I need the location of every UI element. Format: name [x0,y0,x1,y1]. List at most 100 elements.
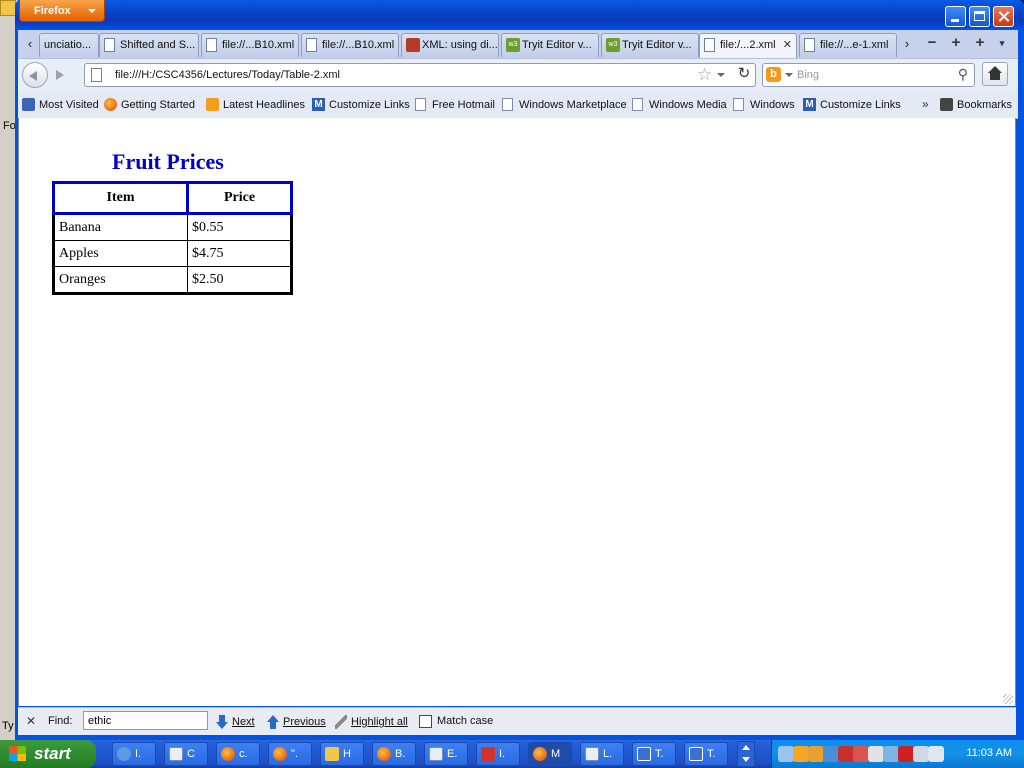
page-icon [206,38,217,52]
tab-label: unciatio... [44,39,92,51]
w3-icon: w3 [606,38,620,52]
bookmarks-menu-button[interactable]: Bookmarks [940,97,1012,113]
search-bar[interactable]: b ⚲ [762,63,975,87]
zoom-in-icon[interactable]: + [947,34,965,52]
match-case-label[interactable]: Match case [437,715,493,727]
page-icon [306,38,317,52]
bookmark-item[interactable]: Windows [733,97,795,113]
bookmark-item[interactable]: Windows Media [632,97,727,113]
bookmark-label: Windows Media [649,99,727,111]
taskbar-button[interactable]: L. [580,742,624,766]
taskbar-button[interactable]: c. [216,742,260,766]
tab-scroll-right-icon[interactable]: › [899,36,915,52]
bookmark-star-icon[interactable]: ☆ [697,65,712,85]
taskbar-button[interactable]: H [320,742,364,766]
close-window-button[interactable] [993,6,1014,27]
taskbar-button[interactable]: ". [268,742,312,766]
url-input[interactable] [115,67,675,83]
tab[interactable]: XML: using di... [401,33,499,57]
red-star-icon[interactable] [898,746,914,762]
antivirus-icon[interactable] [853,746,869,762]
zoom-out-icon[interactable]: − [923,34,941,52]
volume-icon[interactable] [928,746,944,762]
firefox-icon [533,747,547,761]
reload-icon[interactable]: ↻ [735,65,753,83]
bookmark-item[interactable]: M Customize Links [803,97,901,113]
bookmark-item[interactable]: Latest Headlines [206,97,305,113]
w3-icon: w3 [506,38,520,52]
display-icon[interactable] [913,746,929,762]
find-input[interactable] [83,711,208,730]
windows-logo-icon [9,746,26,761]
bookmark-label: Windows Marketplace [519,99,627,111]
security-icon[interactable] [838,746,854,762]
dropbox-icon[interactable] [823,746,839,762]
taskbar-button-label: I. [499,748,506,760]
taskbar-button[interactable]: I. [112,742,156,766]
taskbar-button[interactable]: I. [476,742,520,766]
highlight-all-button[interactable]: Highlight all [335,714,408,730]
sync-icon[interactable] [883,746,899,762]
ie-icon [117,747,131,761]
taskbar-button[interactable]: M [528,742,572,766]
back-button[interactable] [22,62,48,88]
taskbar-scroll-buttons[interactable] [737,741,755,767]
bookmark-label: Getting Started [121,99,195,111]
tab[interactable]: w3 Tryit Editor v... [501,33,599,57]
column-header-item: Item [52,181,189,215]
network-icon[interactable] [778,746,794,762]
forward-button[interactable] [50,66,70,84]
tab[interactable]: file://...B10.xml [301,33,399,57]
search-engine-dropdown-icon[interactable] [785,73,793,77]
bookmark-item[interactable]: M Customize Links [312,97,410,113]
office-icon[interactable] [868,746,884,762]
table-row: Banana $0.55 [53,213,292,241]
bookmark-item[interactable]: Getting Started [104,97,195,113]
bookmark-item[interactable]: Free Hotmail [415,97,495,113]
new-tab-button[interactable]: + [971,34,989,52]
tab[interactable]: w3 Tryit Editor v... [601,33,699,57]
minimize-button[interactable] [945,6,966,27]
bookmark-item[interactable]: Windows Marketplace [502,97,627,113]
page-icon [104,38,115,52]
table-cell: $0.55 [187,213,292,241]
firefox-menu-button[interactable]: Firefox [19,0,105,22]
taskbar-button[interactable]: C [164,742,208,766]
table-cell: $2.50 [187,266,292,294]
taskbar-button[interactable]: B. [372,742,416,766]
find-previous-button[interactable]: Previous [267,714,326,730]
alert-icon[interactable] [808,746,824,762]
bookmark-item[interactable]: Most Visited [22,97,99,113]
taskbar-button[interactable]: T. [632,742,676,766]
tab[interactable]: unciatio... [39,33,99,57]
find-next-button[interactable]: Next [216,714,255,730]
taskbar-button[interactable]: E. [424,742,468,766]
tab[interactable]: file://...B10.xml [201,33,299,57]
tab-label: file:/...2.xml [720,39,776,51]
list-all-tabs-icon[interactable]: ▾ [993,34,1011,52]
close-icon[interactable]: ✕ [26,714,36,728]
url-history-dropdown-icon[interactable] [717,73,725,77]
tab-scroll-left-icon[interactable]: ‹ [22,36,38,52]
desktop-label: Ty [2,720,14,732]
search-input[interactable] [797,67,947,83]
maximize-button[interactable] [969,6,990,27]
tab[interactable]: Shifted and S... [99,33,199,57]
bing-icon[interactable]: b [766,67,781,82]
bookmark-label: Most Visited [39,99,99,111]
home-button[interactable] [982,62,1008,86]
tab[interactable]: file:/...2.xml ✕ [699,33,797,58]
page-icon [704,38,715,52]
tab-label: XML: using di... [422,39,498,51]
messenger-icon[interactable] [793,746,809,762]
bookmarks-overflow-chevron[interactable]: » [922,97,929,111]
search-icon[interactable]: ⚲ [958,66,968,83]
column-header-price: Price [186,181,293,215]
url-bar[interactable]: ☆ ↻ [84,63,756,87]
taskbar-button[interactable]: T. [684,742,728,766]
match-case-checkbox[interactable] [419,715,432,728]
taskbar: start I. Cc. ". H B. E. I. M L. T. T. 11:03 AM [0,740,1024,768]
tab[interactable]: file://...e-1.xml [799,33,897,57]
close-tab-icon[interactable]: ✕ [783,34,792,56]
start-button[interactable]: start [0,740,96,768]
